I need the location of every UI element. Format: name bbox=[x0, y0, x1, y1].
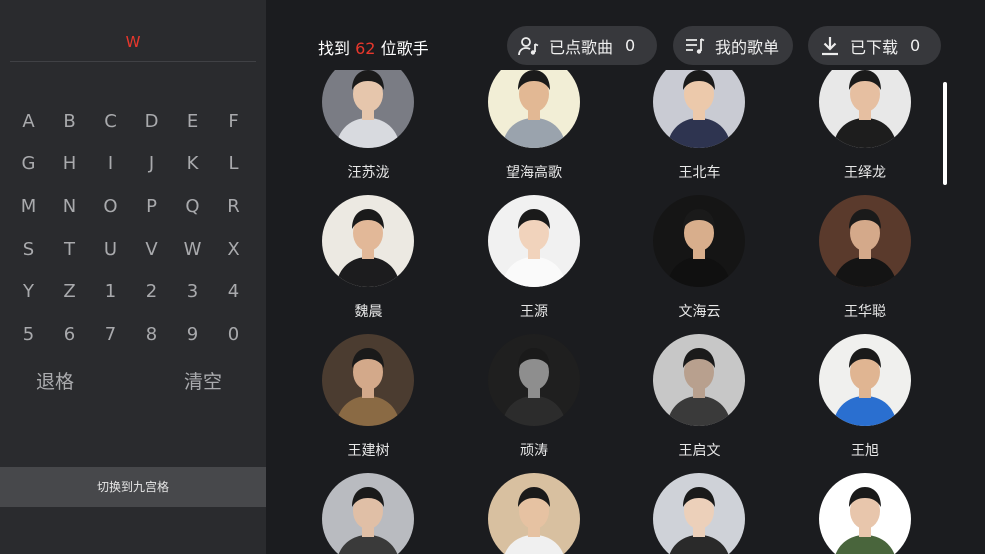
key-q[interactable]: Q bbox=[172, 185, 213, 228]
key-m[interactable]: M bbox=[8, 185, 49, 228]
singer-row: 王建树 顽涛 王启文 王旭 bbox=[266, 296, 947, 459]
played-songs-count: 0 bbox=[625, 36, 636, 55]
key-8[interactable]: 8 bbox=[131, 313, 172, 356]
key-5[interactable]: 5 bbox=[8, 313, 49, 356]
singer-card[interactable]: 魏晨 bbox=[284, 157, 450, 320]
singer-grid: 汪苏泷 望海高歌 王北车 王绎龙 魏晨 王源 文海云 王华聪 王建树 顽涛 王启文 王旭 bbox=[266, 70, 946, 554]
playlist-icon bbox=[683, 34, 707, 58]
key-a[interactable]: A bbox=[8, 100, 49, 143]
key-k[interactable]: K bbox=[172, 143, 213, 186]
key-y[interactable]: Y bbox=[8, 270, 49, 313]
my-playlist-label: 我的歌单 bbox=[715, 37, 780, 57]
key-e[interactable]: E bbox=[172, 100, 213, 143]
key-x[interactable]: X bbox=[213, 228, 254, 271]
played-songs-button[interactable]: 已点歌曲 0 bbox=[507, 26, 657, 65]
key-t[interactable]: T bbox=[49, 228, 90, 271]
singer-card[interactable] bbox=[615, 435, 781, 554]
key-i[interactable]: I bbox=[90, 143, 131, 186]
key-u[interactable]: U bbox=[90, 228, 131, 271]
key-4[interactable]: 4 bbox=[213, 270, 254, 313]
person-music-icon bbox=[517, 34, 541, 58]
singer-avatar bbox=[322, 473, 414, 554]
downloaded-count: 0 bbox=[910, 36, 921, 55]
singer-avatar bbox=[322, 70, 414, 148]
key-g[interactable]: G bbox=[8, 143, 49, 186]
key-6[interactable]: 6 bbox=[49, 313, 90, 356]
result-prefix: 找到 bbox=[318, 39, 351, 58]
result-count: 62 bbox=[355, 39, 376, 58]
key-f[interactable]: F bbox=[213, 100, 254, 143]
singer-avatar bbox=[487, 70, 580, 148]
singer-avatar bbox=[818, 195, 911, 287]
key-9[interactable]: 9 bbox=[172, 313, 213, 356]
singer-card[interactable]: 王华聪 bbox=[781, 157, 947, 320]
singer-avatar bbox=[818, 70, 911, 148]
key-1[interactable]: 1 bbox=[90, 270, 131, 313]
singer-card[interactable]: 王绎龙 bbox=[781, 70, 947, 181]
downloaded-label: 已下载 bbox=[850, 37, 899, 57]
key-d[interactable]: D bbox=[131, 100, 172, 143]
search-query: W bbox=[125, 33, 141, 51]
singer-card[interactable] bbox=[781, 435, 947, 554]
key-n[interactable]: N bbox=[49, 185, 90, 228]
key-c[interactable]: C bbox=[90, 100, 131, 143]
letter-keyboard: ABCDEF GHIJKL MNOPQR STUVWX YZ1234 567890 bbox=[8, 100, 253, 356]
singer-row: 魏晨 王源 文海云 王华聪 bbox=[266, 157, 947, 320]
key-p[interactable]: P bbox=[131, 185, 172, 228]
singer-card[interactable]: 王旭 bbox=[781, 296, 947, 459]
edit-row: 退格 清空 bbox=[0, 362, 266, 402]
key-2[interactable]: 2 bbox=[131, 270, 172, 313]
singer-avatar bbox=[653, 473, 745, 554]
my-playlist-button[interactable]: 我的歌单 bbox=[673, 26, 793, 65]
singer-avatar bbox=[487, 334, 580, 426]
singer-list[interactable]: 汪苏泷 望海高歌 王北车 王绎龙 魏晨 王源 文海云 王华聪 王建树 顽涛 王启文 王旭 bbox=[266, 70, 985, 554]
singer-card[interactable]: 文海云 bbox=[615, 157, 781, 320]
key-r[interactable]: R bbox=[213, 185, 254, 228]
key-l[interactable]: L bbox=[213, 143, 254, 186]
singer-card[interactable] bbox=[450, 435, 616, 554]
singer-avatar bbox=[487, 195, 580, 287]
key-b[interactable]: B bbox=[49, 100, 90, 143]
singer-avatar bbox=[322, 334, 414, 426]
key-s[interactable]: S bbox=[8, 228, 49, 271]
singer-avatar bbox=[653, 70, 745, 148]
scrollbar[interactable] bbox=[943, 82, 947, 185]
key-7[interactable]: 7 bbox=[90, 313, 131, 356]
singer-card[interactable] bbox=[284, 435, 450, 554]
key-j[interactable]: J bbox=[131, 143, 172, 186]
search-query-box[interactable]: W bbox=[10, 22, 256, 62]
key-h[interactable]: H bbox=[49, 143, 90, 186]
singer-card[interactable]: 王北车 bbox=[615, 70, 781, 181]
singer-avatar bbox=[653, 334, 745, 426]
key-v[interactable]: V bbox=[131, 228, 172, 271]
singer-card[interactable]: 汪苏泷 bbox=[284, 70, 450, 181]
key-3[interactable]: 3 bbox=[172, 270, 213, 313]
key-o[interactable]: O bbox=[90, 185, 131, 228]
singer-avatar bbox=[818, 473, 911, 554]
singer-card[interactable]: 王源 bbox=[450, 157, 616, 320]
singer-avatar bbox=[322, 195, 414, 287]
singer-card[interactable]: 王建树 bbox=[284, 296, 450, 459]
singer-avatar bbox=[487, 473, 580, 554]
download-icon bbox=[818, 34, 842, 58]
backspace-button[interactable]: 退格 bbox=[36, 362, 74, 402]
singer-row: 汪苏泷 望海高歌 王北车 王绎龙 bbox=[266, 70, 947, 181]
key-0[interactable]: 0 bbox=[213, 313, 254, 356]
keyboard-panel: W ABCDEFGHIJKLMNOPQRSTUVWXYZ1234567890 退… bbox=[0, 0, 266, 554]
singer-card[interactable]: 顽涛 bbox=[450, 296, 616, 459]
result-suffix: 位歌手 bbox=[380, 39, 429, 58]
singer-avatar bbox=[818, 334, 911, 426]
key-z[interactable]: Z bbox=[49, 270, 90, 313]
singer-avatar bbox=[653, 195, 745, 287]
singer-row bbox=[266, 435, 946, 554]
played-songs-label: 已点歌曲 bbox=[549, 37, 614, 57]
key-w[interactable]: W bbox=[172, 228, 213, 271]
clear-button[interactable]: 清空 bbox=[184, 362, 222, 402]
switch-to-t9-button[interactable]: 切换到九宫格 bbox=[0, 467, 266, 507]
singer-card[interactable]: 望海高歌 bbox=[450, 70, 616, 181]
result-summary: 找到 62 位歌手 bbox=[318, 38, 429, 60]
downloaded-button[interactable]: 已下载 0 bbox=[808, 26, 941, 65]
singer-card[interactable]: 王启文 bbox=[615, 296, 781, 459]
